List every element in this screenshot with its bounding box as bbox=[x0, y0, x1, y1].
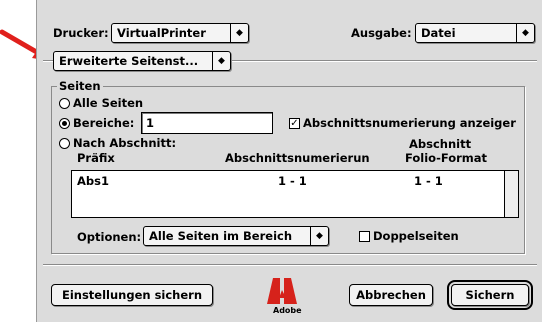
all-pages-radio[interactable] bbox=[59, 98, 70, 109]
by-section-label: Nach Abschnitt: bbox=[73, 136, 177, 150]
adobe-logo: Adobe bbox=[265, 276, 305, 316]
column-header-folio-line2: Folio-Format bbox=[405, 151, 488, 165]
row-prefix: Abs1 bbox=[77, 174, 109, 188]
list-scrollbar[interactable] bbox=[504, 171, 518, 217]
adobe-logo-icon bbox=[267, 278, 297, 304]
double-pages-label: Doppelseiten bbox=[373, 229, 459, 243]
panel-select-value: Erweiterte Seitenst... bbox=[59, 54, 199, 68]
save-button-label: Sichern bbox=[465, 288, 515, 302]
section-numbering-checkbox[interactable]: ✓ bbox=[289, 118, 300, 129]
options-label: Optionen: bbox=[77, 230, 142, 244]
all-pages-label: Alle Seiten bbox=[73, 96, 144, 110]
save-settings-label: Einstellungen sichern bbox=[61, 288, 203, 302]
save-settings-button[interactable]: Einstellungen sichern bbox=[51, 284, 213, 306]
select-arrows-icon: ◆ bbox=[516, 24, 534, 42]
column-header-folio-line1: Abschnitt bbox=[409, 137, 472, 151]
section-list[interactable]: Abs1 1 - 1 1 - 1 bbox=[71, 170, 519, 218]
double-pages-checkbox[interactable] bbox=[359, 231, 370, 242]
cancel-button-label: Abbrechen bbox=[356, 288, 426, 302]
printer-label: Drucker: bbox=[53, 26, 109, 40]
select-arrows-icon: ◆ bbox=[212, 52, 230, 70]
output-label: Ausgabe: bbox=[351, 26, 412, 40]
by-section-radio[interactable] bbox=[59, 138, 70, 149]
ranges-label: Bereiche: bbox=[73, 116, 135, 130]
row-numbering: 1 - 1 bbox=[278, 174, 307, 188]
select-arrows-icon: ◆ bbox=[310, 227, 328, 245]
footer-separator bbox=[43, 264, 537, 265]
cancel-button[interactable]: Abbrechen bbox=[349, 284, 433, 306]
printer-select[interactable]: VirtualPrinter ◆ bbox=[111, 23, 249, 43]
ranges-input-value: 1 bbox=[146, 116, 155, 130]
table-row[interactable]: Abs1 1 - 1 1 - 1 bbox=[72, 173, 502, 189]
ranges-input[interactable]: 1 bbox=[141, 112, 273, 134]
select-arrows-icon: ◆ bbox=[230, 24, 248, 42]
row-folio: 1 - 1 bbox=[414, 174, 443, 188]
options-select[interactable]: Alle Seiten im Bereich ◆ bbox=[143, 226, 329, 246]
column-header-prefix: Präfix bbox=[77, 151, 115, 165]
output-select-value: Datei bbox=[421, 26, 456, 40]
pages-group-label: Seiten bbox=[57, 79, 103, 93]
ranges-radio[interactable] bbox=[59, 118, 70, 129]
output-select[interactable]: Datei ◆ bbox=[415, 23, 535, 43]
print-dialog: Drucker: VirtualPrinter ◆ Ausgabe: Datei… bbox=[36, 0, 542, 322]
column-header-numbering: Abschnittsnumerierun bbox=[225, 151, 370, 165]
options-select-value: Alle Seiten im Bereich bbox=[149, 229, 293, 243]
panel-select[interactable]: Erweiterte Seitenst... ◆ bbox=[53, 51, 231, 71]
adobe-logo-text: Adobe bbox=[273, 306, 302, 315]
save-button[interactable]: Sichern bbox=[447, 280, 533, 310]
printer-select-value: VirtualPrinter bbox=[117, 26, 206, 40]
section-numbering-label: Abschnittsnumerierung anzeiger bbox=[303, 116, 516, 130]
